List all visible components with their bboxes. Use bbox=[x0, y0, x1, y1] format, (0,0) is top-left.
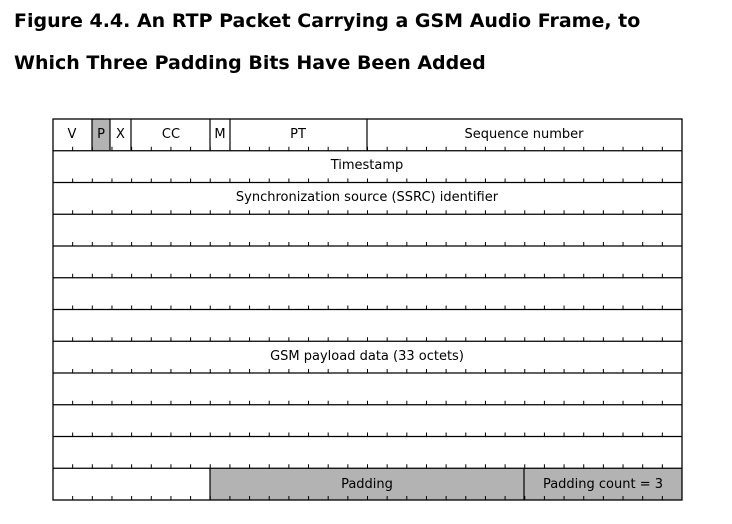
field-marker: M bbox=[214, 127, 225, 142]
rtp-packet-diagram: V P X CC M PT Sequence number Timestamp … bbox=[52, 118, 683, 501]
figure-root: Figure 4.4. An RTP Packet Carrying a GSM… bbox=[0, 0, 732, 524]
field-timestamp: Timestamp bbox=[330, 158, 404, 173]
field-padding-count: Padding count = 3 bbox=[543, 477, 663, 492]
field-padding-flag: P bbox=[97, 127, 105, 142]
field-version: V bbox=[68, 127, 77, 142]
field-extension-flag: X bbox=[116, 127, 125, 142]
field-ssrc: Synchronization source (SSRC) identifier bbox=[236, 190, 499, 205]
field-sequence-number: Sequence number bbox=[465, 127, 585, 142]
field-gsm-payload: GSM payload data (33 octets) bbox=[270, 349, 464, 364]
field-csrc-count: CC bbox=[162, 127, 180, 142]
field-payload-type: PT bbox=[290, 127, 306, 142]
field-padding: Padding bbox=[341, 477, 393, 492]
